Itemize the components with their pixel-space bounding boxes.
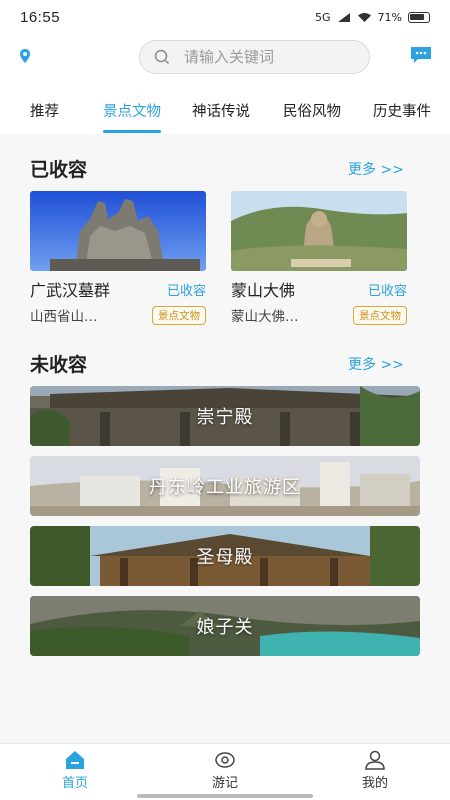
banner-label: 丹东岭工业旅游区 (149, 477, 301, 498)
search-icon (154, 49, 170, 65)
banner-label: 圣母殿 (196, 547, 254, 568)
tab-recommend[interactable]: 推荐 (30, 100, 59, 121)
uncollected-more-link[interactable]: 更多 >> (348, 354, 404, 374)
top-header (0, 34, 450, 86)
user-icon (365, 750, 385, 770)
search-input[interactable] (184, 48, 344, 66)
tab-history-events[interactable]: 历史事件 (373, 100, 431, 121)
uncollected-banner[interactable]: 娘子关 (30, 596, 420, 656)
wifi-icon (357, 12, 371, 22)
nav-home-label: 首页 (61, 776, 88, 791)
card-status: 已收容 (166, 283, 206, 299)
bottom-nav: 首页 游记 我的 (0, 743, 450, 800)
card-location: 山西省山… (30, 309, 98, 325)
battery-percent: 71% (377, 10, 402, 24)
nav-mine-label: 我的 (361, 776, 388, 791)
uncollected-section-title: 未收容 (30, 354, 88, 376)
tab-scenic-relics[interactable]: 景点文物 (103, 100, 161, 133)
battery-icon (408, 11, 430, 23)
status-time: 16:55 (20, 8, 61, 26)
card-status: 已收容 (367, 283, 407, 299)
collected-card[interactable]: 蒙山大佛 已收容 蒙山大佛… 景点文物 (231, 191, 407, 325)
message-icon[interactable] (410, 46, 432, 64)
card-image (231, 191, 407, 271)
uncollected-banner[interactable]: 圣母殿 (30, 526, 420, 586)
card-tag: 景点文物 (353, 305, 407, 325)
banner-label: 娘子关 (196, 617, 254, 638)
tab-myths[interactable]: 神话传说 (192, 100, 250, 121)
network-label: 5G (315, 10, 331, 24)
nav-travel-notes-label: 游记 (211, 776, 238, 791)
location-pin-icon[interactable] (17, 48, 33, 64)
status-icons: 5G 71% (315, 11, 430, 24)
eye-icon (215, 752, 235, 768)
nav-mine[interactable]: 我的 (345, 750, 405, 791)
nav-travel-notes[interactable]: 游记 (195, 750, 255, 791)
collected-more-link[interactable]: 更多 >> (348, 159, 404, 179)
card-title: 广武汉墓群 (30, 281, 111, 300)
category-tabs: 推荐 景点文物 神话传说 民俗风物 历史事件 (0, 86, 450, 134)
card-title: 蒙山大佛 (231, 281, 296, 300)
card-location: 蒙山大佛… (231, 309, 299, 325)
signal-icon (337, 12, 350, 22)
collected-card[interactable]: 广武汉墓群 已收容 山西省山… 景点文物 (30, 191, 206, 325)
nav-home[interactable]: 首页 (45, 750, 105, 791)
tab-folk-customs[interactable]: 民俗风物 (283, 100, 341, 121)
home-indicator (137, 794, 313, 798)
search-box[interactable] (139, 40, 370, 74)
uncollected-banner[interactable]: 崇宁殿 (30, 386, 420, 446)
home-icon (66, 751, 84, 769)
card-image (30, 191, 206, 271)
status-bar: 16:55 5G 71% (0, 0, 450, 34)
card-tag: 景点文物 (152, 305, 206, 325)
collected-section-title: 已收容 (30, 159, 88, 181)
uncollected-banner[interactable]: 丹东岭工业旅游区 (30, 456, 420, 516)
banner-label: 崇宁殿 (196, 407, 254, 428)
